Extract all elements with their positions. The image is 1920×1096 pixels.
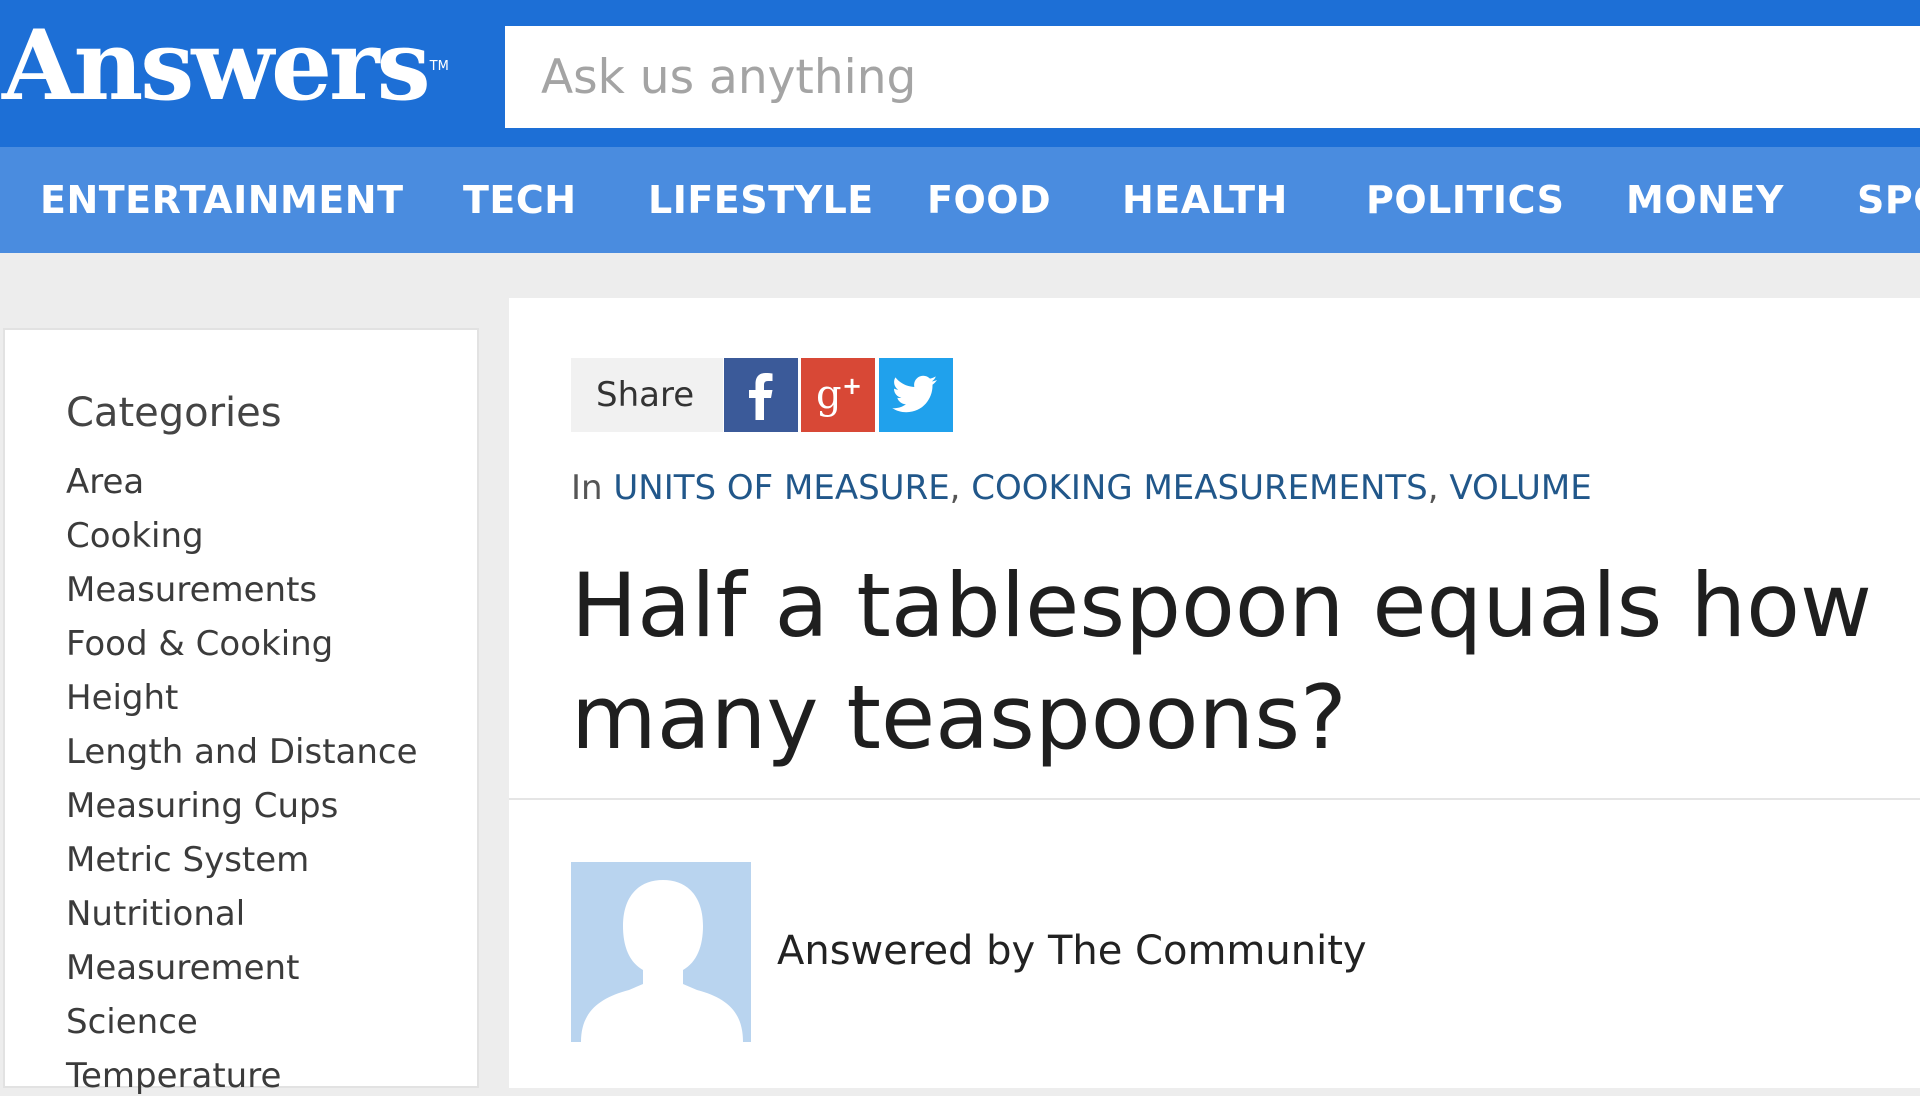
nav-item-health[interactable]: HEALTH: [1122, 147, 1288, 253]
answered-by-label: Answered by The Community: [777, 928, 1367, 974]
category-link[interactable]: Measuring Cups: [66, 786, 338, 826]
nav-item-tech[interactable]: TECH: [463, 147, 577, 253]
breadcrumb-prefix: In: [571, 468, 603, 508]
answers-logo[interactable]: Answers TM: [2, 18, 449, 114]
share-label: Share: [571, 358, 723, 432]
categories-heading: Categories: [66, 390, 282, 436]
category-link[interactable]: Cooking: [66, 516, 204, 556]
facebook-icon: [749, 373, 773, 420]
question-title: Half a tablespoon equals how many teaspo…: [571, 554, 1872, 769]
category-link[interactable]: Height: [66, 678, 178, 718]
user-silhouette-icon: [581, 880, 743, 1042]
category-nav: ENTERTAINMENT TECH LIFESTYLE FOOD HEALTH…: [0, 147, 1920, 253]
category-breadcrumb: In UNITS OF MEASURE, COOKING MEASUREMENT…: [571, 468, 1592, 508]
avatar: [571, 862, 751, 1042]
category-link[interactable]: Length and Distance: [66, 732, 418, 772]
category-link[interactable]: Temperature: [66, 1056, 281, 1096]
nav-item-money[interactable]: MONEY: [1626, 147, 1784, 253]
breadcrumb-separator: ,: [1427, 468, 1439, 508]
svg-text:g: g: [816, 372, 842, 418]
category-link[interactable]: Food & Cooking: [66, 624, 333, 664]
logo-text: Answers: [2, 9, 431, 122]
nav-item-lifestyle[interactable]: LIFESTYLE: [648, 147, 874, 253]
category-link[interactable]: Area: [66, 462, 144, 502]
svg-text:+: +: [842, 372, 862, 400]
category-link[interactable]: Measurements: [66, 570, 317, 610]
nav-item-entertainment[interactable]: ENTERTAINMENT: [40, 147, 404, 253]
question-panel: Share g + In UNITS OF MEASURE, COOKING M…: [509, 298, 1920, 1088]
nav-item-politics[interactable]: POLITICS: [1366, 147, 1565, 253]
nav-item-sports[interactable]: SPO: [1857, 147, 1920, 253]
category-link[interactable]: Nutritional: [66, 894, 245, 934]
section-divider: [509, 798, 1920, 800]
categories-sidebar: Categories Area Cooking Measurements Foo…: [3, 328, 479, 1096]
breadcrumb-link-volume[interactable]: VOLUME: [1449, 468, 1591, 508]
logo-trademark: TM: [429, 59, 449, 74]
twitter-share-button[interactable]: [879, 358, 953, 432]
search-input[interactable]: [505, 26, 1920, 128]
category-link[interactable]: Measurement: [66, 948, 299, 988]
breadcrumb-separator: ,: [949, 468, 961, 508]
google-plus-share-button[interactable]: g +: [801, 358, 875, 432]
facebook-share-button[interactable]: [724, 358, 798, 432]
breadcrumb-link-cooking-measurements[interactable]: COOKING MEASUREMENTS: [971, 468, 1427, 508]
nav-item-food[interactable]: FOOD: [927, 147, 1051, 253]
category-link[interactable]: Science: [66, 1002, 198, 1042]
breadcrumb-link-units-of-measure[interactable]: UNITS OF MEASURE: [613, 468, 949, 508]
category-link[interactable]: Metric System: [66, 840, 309, 880]
twitter-icon: [892, 375, 937, 413]
google-plus-icon: g +: [816, 372, 862, 418]
site-header: Answers TM: [0, 0, 1920, 147]
